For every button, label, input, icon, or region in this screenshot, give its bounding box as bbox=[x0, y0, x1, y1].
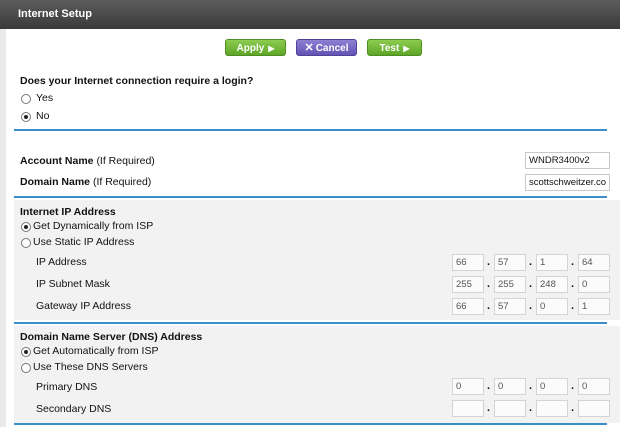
domain-name-input[interactable] bbox=[525, 174, 610, 191]
ip-static-radio[interactable] bbox=[21, 238, 31, 248]
left-frame-edge bbox=[0, 29, 6, 427]
subnet-octet-3[interactable] bbox=[536, 276, 568, 293]
secondary-dns-octet-4[interactable] bbox=[578, 400, 610, 417]
ip-octet-4[interactable] bbox=[578, 254, 610, 271]
subnet-octet-4[interactable] bbox=[578, 276, 610, 293]
octet-separator: . bbox=[529, 402, 533, 414]
subnet-octet-2[interactable] bbox=[494, 276, 526, 293]
secondary-dns-label: Secondary DNS bbox=[36, 403, 112, 415]
octet-separator: . bbox=[529, 380, 533, 392]
section-divider bbox=[14, 322, 607, 324]
test-button[interactable]: Test ▶ bbox=[367, 39, 422, 56]
login-yes-radio[interactable] bbox=[21, 94, 31, 104]
octet-separator: . bbox=[487, 256, 491, 268]
octet-separator: . bbox=[487, 300, 491, 312]
octet-separator: . bbox=[571, 380, 575, 392]
secondary-dns-octet-1[interactable] bbox=[452, 400, 484, 417]
close-icon: ✕ bbox=[304, 42, 314, 54]
ip-octet-2[interactable] bbox=[494, 254, 526, 271]
section-divider bbox=[14, 129, 607, 131]
play-arrow-icon: ▶ bbox=[268, 44, 275, 53]
octet-separator: . bbox=[571, 402, 575, 414]
octet-separator: . bbox=[487, 402, 491, 414]
octet-separator: . bbox=[571, 300, 575, 312]
ip-octet-3[interactable] bbox=[536, 254, 568, 271]
domain-name-label: Domain Name (If Required) bbox=[20, 176, 152, 188]
dns-heading: Domain Name Server (DNS) Address bbox=[20, 331, 203, 343]
primary-dns-octet-1[interactable] bbox=[452, 378, 484, 395]
octet-separator: . bbox=[487, 278, 491, 290]
ip-dynamic-radio[interactable] bbox=[21, 222, 31, 232]
test-label: Test bbox=[379, 43, 400, 54]
secondary-dns-octet-2[interactable] bbox=[494, 400, 526, 417]
account-name-label: Account Name (If Required) bbox=[20, 155, 155, 167]
octet-separator: . bbox=[529, 300, 533, 312]
subnet-octet-1[interactable] bbox=[452, 276, 484, 293]
account-name-input[interactable] bbox=[525, 152, 610, 169]
apply-label: Apply bbox=[236, 43, 265, 54]
gateway-label: Gateway IP Address bbox=[36, 300, 131, 312]
ip-dynamic-label: Get Dynamically from ISP bbox=[33, 220, 154, 232]
primary-dns-octet-2[interactable] bbox=[494, 378, 526, 395]
dns-auto-radio[interactable] bbox=[21, 347, 31, 357]
login-no-label: No bbox=[36, 110, 50, 122]
internet-ip-heading: Internet IP Address bbox=[20, 206, 116, 218]
ip-address-label: IP Address bbox=[36, 256, 87, 268]
play-arrow-icon: ▶ bbox=[403, 44, 410, 53]
octet-separator: . bbox=[571, 278, 575, 290]
ip-static-label: Use Static IP Address bbox=[33, 236, 135, 248]
cancel-label: Cancel bbox=[315, 43, 349, 54]
gateway-octet-2[interactable] bbox=[494, 298, 526, 315]
octet-separator: . bbox=[529, 256, 533, 268]
octet-separator: . bbox=[571, 256, 575, 268]
dns-manual-label: Use These DNS Servers bbox=[33, 361, 148, 373]
octet-separator: . bbox=[529, 278, 533, 290]
login-yes-label: Yes bbox=[36, 92, 54, 104]
primary-dns-octet-3[interactable] bbox=[536, 378, 568, 395]
secondary-dns-octet-3[interactable] bbox=[536, 400, 568, 417]
gateway-octet-4[interactable] bbox=[578, 298, 610, 315]
octet-separator: . bbox=[487, 380, 491, 392]
apply-button[interactable]: Apply ▶ bbox=[225, 39, 286, 56]
subnet-mask-label: IP Subnet Mask bbox=[36, 278, 110, 290]
primary-dns-octet-4[interactable] bbox=[578, 378, 610, 395]
section-divider bbox=[14, 423, 607, 425]
login-question: Does your Internet connection require a … bbox=[20, 75, 254, 87]
gateway-octet-1[interactable] bbox=[452, 298, 484, 315]
section-divider bbox=[14, 196, 607, 198]
dns-auto-label: Get Automatically from ISP bbox=[33, 345, 159, 357]
dns-manual-radio[interactable] bbox=[21, 363, 31, 373]
primary-dns-label: Primary DNS bbox=[36, 381, 98, 393]
login-no-radio[interactable] bbox=[21, 112, 31, 122]
ip-octet-1[interactable] bbox=[452, 254, 484, 271]
page-title: Internet Setup bbox=[18, 8, 92, 20]
cancel-button[interactable]: ✕ Cancel bbox=[296, 39, 357, 56]
gateway-octet-3[interactable] bbox=[536, 298, 568, 315]
page-title-bar: Internet Setup bbox=[0, 0, 620, 29]
